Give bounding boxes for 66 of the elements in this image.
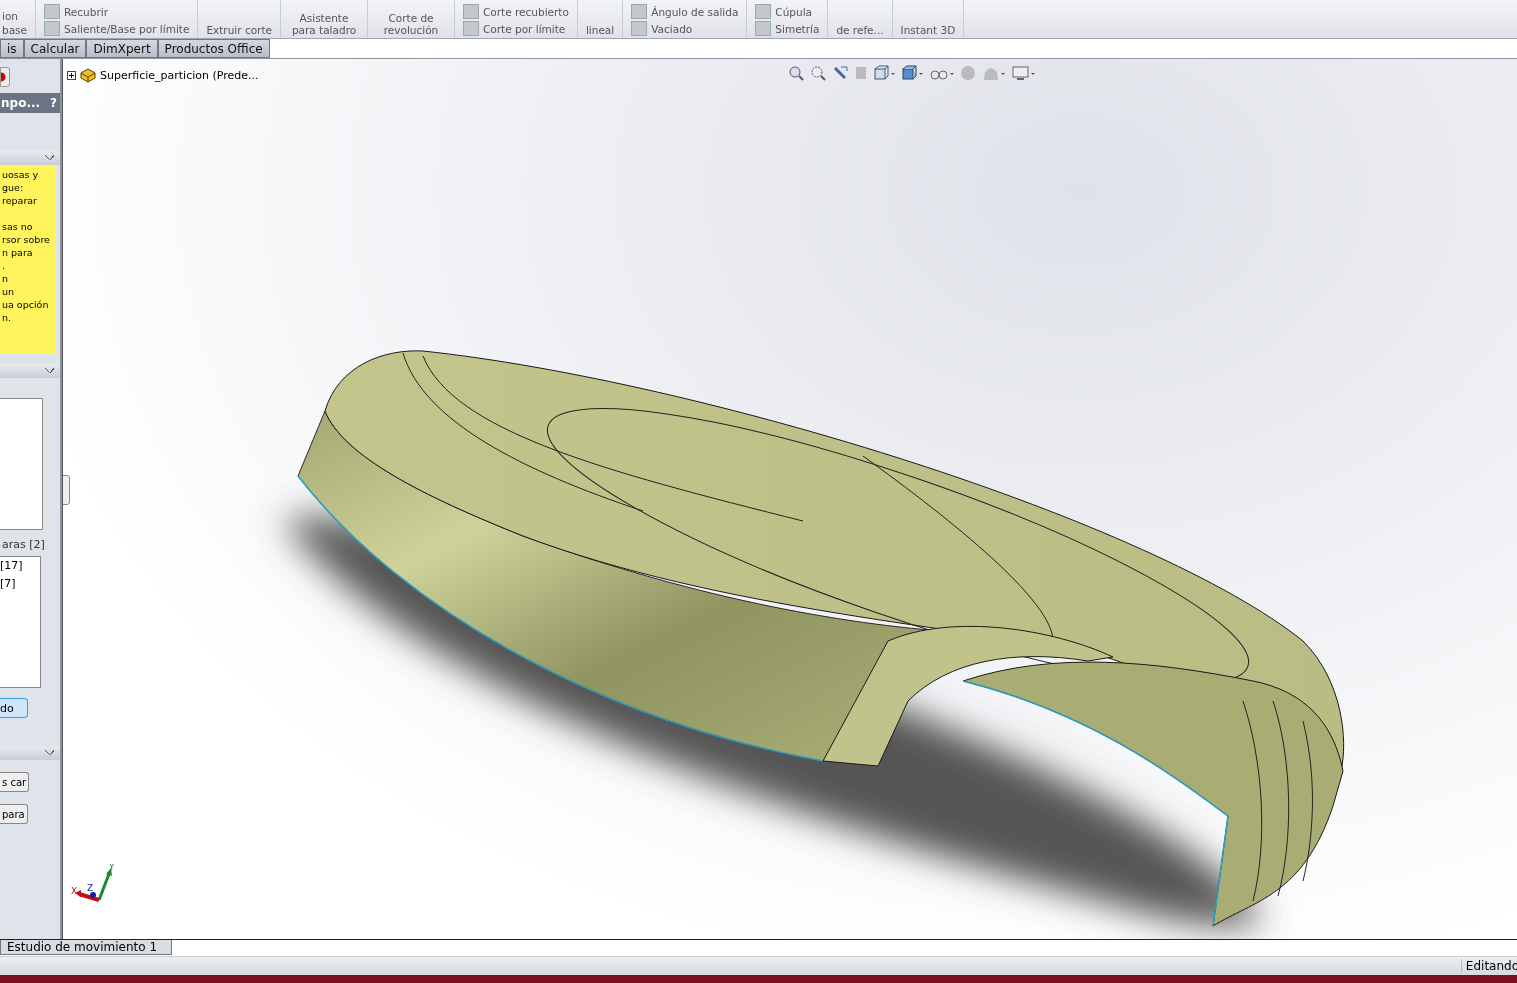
list-label: aras [2]: [1, 538, 46, 551]
zoom-area-icon[interactable]: [810, 65, 826, 81]
ribbon-button[interactable]: Instant 3D: [900, 24, 956, 36]
feature-icon: [463, 21, 479, 36]
collapse-icon[interactable]: [45, 155, 54, 160]
ribbon-button[interactable]: Cúpula: [755, 4, 820, 19]
expand-icon[interactable]: [67, 70, 76, 80]
display-style-icon[interactable]: [902, 65, 924, 81]
message-text: sas no: [1, 220, 33, 233]
message-text: n para: [1, 246, 33, 259]
ribbon-button[interactable]: Ángulo de salida: [631, 4, 739, 19]
feature-icon: [755, 4, 772, 19]
message-text: rsor sobre: [1, 233, 50, 246]
command-tab[interactable]: Calcular: [23, 39, 87, 58]
panel-title: npo...: [1, 96, 41, 110]
message-text: gue:: [1, 181, 24, 194]
list-item[interactable]: [17]: [0, 557, 40, 575]
action-button[interactable]: do: [0, 698, 28, 718]
feature-icon: [44, 4, 61, 19]
collapse-icon[interactable]: [45, 750, 54, 755]
ribbon-button[interactable]: Asistente para taladro: [289, 12, 359, 36]
panel-button[interactable]: s car: [0, 772, 30, 792]
message-text: reparar: [1, 194, 38, 207]
ribbon-button[interactable]: Corte recubierto: [463, 4, 569, 19]
command-tab[interactable]: DimXpert: [86, 39, 158, 58]
tree-item[interactable]: Superficie_particion (Prede...: [67, 67, 259, 83]
message-text: uosas y: [1, 168, 39, 181]
help-icon[interactable]: ?: [50, 96, 57, 110]
zoom-to-fit-icon[interactable]: [788, 65, 804, 81]
feature-icon: [463, 4, 479, 19]
message-text: n.: [1, 311, 12, 324]
message-text: .: [1, 259, 6, 272]
ribbon-button[interactable]: de refe...: [836, 24, 884, 36]
ribbon-button[interactable]: ion: [2, 10, 28, 22]
bodies-list[interactable]: [17] [7]: [0, 556, 41, 688]
motion-study-tab[interactable]: Estudio de movimiento 1: [0, 940, 173, 955]
close-icon[interactable]: [0, 67, 10, 87]
ribbon-button[interactable]: Corte por límite: [463, 21, 569, 36]
monitor-icon[interactable]: [1012, 65, 1036, 81]
feature-icon: [631, 21, 648, 36]
ribbon-button[interactable]: Saliente/Base por límite: [44, 21, 190, 36]
ribbon-button[interactable]: base: [2, 24, 28, 36]
panel-button[interactable]: para: [0, 804, 28, 824]
collapse-handle[interactable]: [63, 475, 70, 505]
ribbon-button[interactable]: Vaciado: [631, 21, 739, 36]
previous-view-icon[interactable]: [832, 65, 848, 81]
feature-icon: [44, 21, 61, 36]
view-orientation-icon[interactable]: [874, 65, 896, 81]
collapse-icon[interactable]: [45, 368, 54, 373]
command-tab[interactable]: Productos Office: [157, 39, 270, 58]
ribbon-button[interactable]: Simetría: [755, 21, 820, 36]
ribbon-button[interactable]: Corte de revolución: [376, 12, 446, 36]
ribbon-button[interactable]: lineal: [585, 24, 615, 36]
message-text: un: [1, 285, 15, 298]
feature-icon: [631, 4, 648, 19]
selection-list[interactable]: [0, 398, 43, 530]
ribbon-button[interactable]: Extruir corte: [206, 24, 272, 36]
feature-icon: [755, 21, 772, 36]
part-icon: [79, 67, 97, 83]
tree-label: Superficie_particion (Prede...: [100, 68, 259, 82]
message-text: n: [1, 272, 9, 285]
command-tab[interactable]: is: [0, 39, 24, 58]
axis-triad-drawing: Y X Z: [71, 864, 121, 908]
list-item[interactable]: [7]: [0, 575, 40, 593]
message-text: ua opción: [1, 298, 49, 311]
ribbon-button[interactable]: Recubrir: [44, 4, 190, 19]
